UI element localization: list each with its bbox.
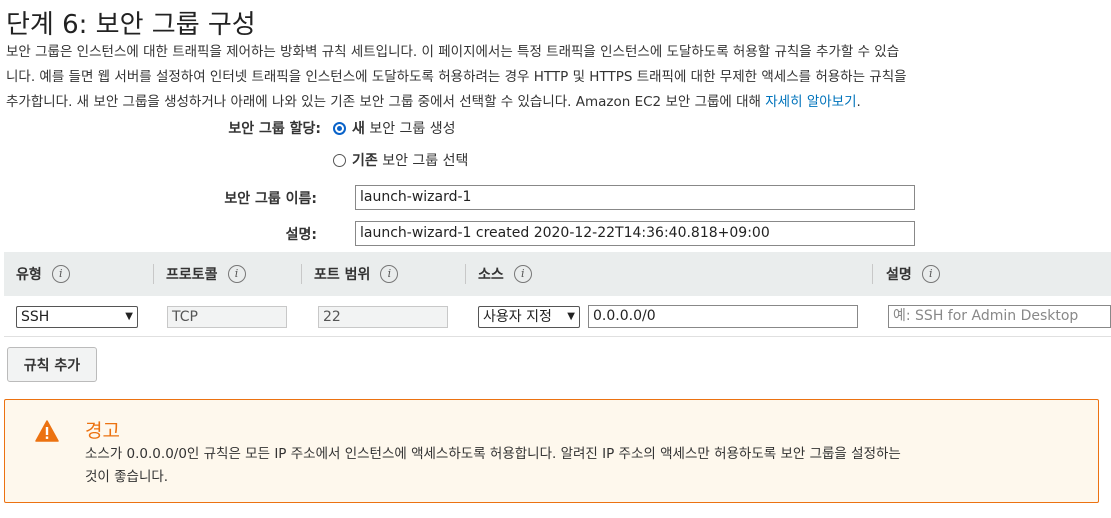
header-protocol: 프로토콜 i: [166, 252, 246, 296]
security-group-step: 단계 6: 보안 그룹 구성 보안 그룹은 인스턴스에 대한 트래픽을 제어하는…: [0, 0, 1111, 518]
radio-existing-indicator[interactable]: [333, 153, 346, 167]
info-icon[interactable]: i: [380, 265, 399, 283]
intro-line-3-text: 추가합니다. 새 보안 그룹을 생성하거나 아래에 나와 있는 기존 보안 그룹…: [6, 94, 766, 110]
rule-source-select-value: 사용자 지정: [483, 309, 552, 325]
intro-line-1: 보안 그룹은 인스턴스에 대한 트래픽을 제어하는 방화벽 규칙 세트입니다. …: [6, 44, 900, 60]
warning-line-1: 소스가 0.0.0.0/0인 규칙은 모든 IP 주소에서 인스턴스에 액세스하…: [85, 446, 901, 462]
rule-protocol-field: TCP: [167, 306, 287, 328]
warning-message: 소스가 0.0.0.0/0인 규칙은 모든 IP 주소에서 인스턴스에 액세스하…: [85, 443, 1075, 489]
warning-line-2: 것이 좋습니다.: [85, 469, 169, 485]
info-icon[interactable]: i: [227, 265, 246, 283]
header-description-label: 설명: [886, 267, 912, 283]
column-divider: [465, 264, 466, 284]
radio-existing-bold: 기존: [352, 153, 378, 169]
group-name-label: 보안 그룹 이름:: [224, 191, 317, 207]
column-divider: [301, 264, 302, 284]
description-input[interactable]: launch-wizard-1 created 2020-12-22T14:36…: [355, 221, 915, 246]
info-icon[interactable]: i: [921, 265, 940, 283]
row-divider: [4, 336, 1111, 337]
chevron-down-icon: ▼: [567, 311, 575, 322]
radio-new-bold: 새: [352, 121, 365, 137]
intro-line-3: 추가합니다. 새 보안 그룹을 생성하거나 아래에 나와 있는 기존 보안 그룹…: [6, 90, 1106, 115]
learn-more-link[interactable]: 자세히 알아보기: [765, 94, 856, 110]
radio-existing-label: 보안 그룹 선택: [377, 153, 469, 169]
intro-period: .: [856, 94, 861, 110]
rule-type-select[interactable]: SSH ▼: [16, 306, 138, 328]
description-label: 설명:: [285, 227, 317, 243]
chevron-down-icon: ▼: [125, 311, 133, 322]
column-divider: [872, 264, 873, 284]
rules-table-header: 유형 i 프로토콜 i 포트 범위 i 소스 i 설명 i: [4, 252, 1111, 296]
info-icon[interactable]: i: [513, 265, 532, 283]
header-type-label: 유형: [16, 267, 42, 283]
group-name-input[interactable]: launch-wizard-1: [355, 185, 915, 210]
rule-description-input[interactable]: 예: SSH for Admin Desktop: [888, 305, 1111, 328]
intro-text: 보안 그룹은 인스턴스에 대한 트래픽을 제어하는 방화벽 규칙 세트입니다. …: [6, 40, 1106, 115]
assignment-label: 보안 그룹 할당:: [228, 121, 321, 137]
header-source: 소스 i: [478, 252, 532, 296]
info-icon[interactable]: i: [51, 265, 70, 283]
header-description: 설명 i: [886, 252, 940, 296]
warning-icon: [35, 420, 59, 442]
header-port-range-label: 포트 범위: [314, 267, 371, 283]
column-divider: [153, 264, 154, 284]
page-title: 단계 6: 보안 그룹 구성: [6, 10, 256, 40]
radio-existing-group[interactable]: 기존 보안 그룹 선택: [333, 150, 468, 170]
radio-new-group[interactable]: 새 보안 그룹 생성: [333, 118, 456, 138]
rule-port-field: 22: [318, 306, 448, 328]
rule-type-value: SSH: [21, 309, 50, 325]
intro-line-2: 니다. 예를 들면 웹 서버를 설정하여 인터넷 트래픽을 인스턴스에 도달하도…: [6, 69, 907, 85]
radio-new-label: 보안 그룹 생성: [364, 121, 456, 137]
warning-alert: 경고 소스가 0.0.0.0/0인 규칙은 모든 IP 주소에서 인스턴스에 액…: [4, 399, 1099, 503]
rule-source-input[interactable]: 0.0.0.0/0: [588, 305, 858, 328]
radio-new-indicator[interactable]: [333, 121, 346, 135]
add-rule-button[interactable]: 규칙 추가: [7, 347, 97, 382]
header-source-label: 소스: [478, 267, 504, 283]
warning-title: 경고: [85, 420, 120, 442]
header-port-range: 포트 범위 i: [314, 252, 399, 296]
header-type: 유형 i: [16, 252, 70, 296]
rule-source-select[interactable]: 사용자 지정 ▼: [478, 306, 580, 328]
header-protocol-label: 프로토콜: [166, 267, 218, 283]
